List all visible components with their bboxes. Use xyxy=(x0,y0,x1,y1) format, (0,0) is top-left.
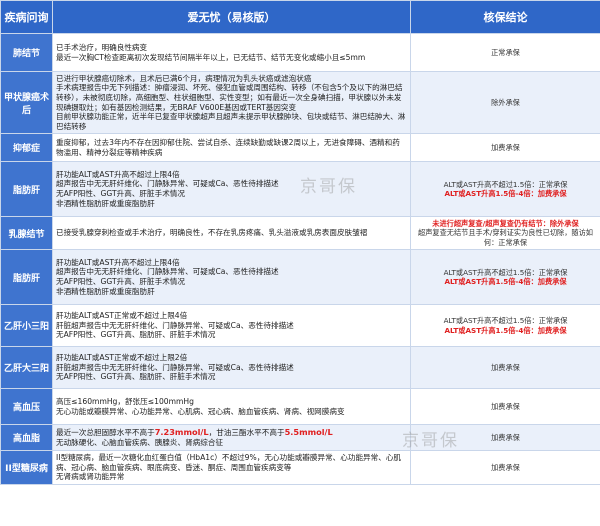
condition-cell: 最近一次总胆固醇水平不高于7.23mmol/L，甘油三酯水平不高于5.5mmol… xyxy=(52,424,411,451)
conclusion-cell: 除外承保 xyxy=(410,71,600,134)
highlight-value: 7.23mmol/L xyxy=(154,426,209,437)
condition-cell: 已接受乳腺穿刺检查或手术治疗，明确良性，不存在乳房疼痛、乳头溢液或乳房表面皮肤皱… xyxy=(52,216,411,250)
highlight-value: 5.5mmol/L xyxy=(284,426,333,437)
condition-line: 重度抑郁，过去3年内不存在因抑郁住院、尝试自杀、连续缺勤或缺课2周以上，无进食障… xyxy=(56,137,400,157)
conclusion-line: 加费承保 xyxy=(491,462,520,472)
condition-cell: 已手术治疗，明确良性病变 最近一次胸CT检查距离初次发现结节间隔半年以上，已无结节… xyxy=(52,33,411,72)
condition-line: 无AFP阳性、GGT升高、肝脏手术情况 xyxy=(56,189,185,198)
condition-line: 肝脏超声报告中无无肝纤维化、门静脉异常、可疑或Ca、恶性待排描述 xyxy=(56,362,294,372)
conclusion-line: 除外承保 xyxy=(491,97,520,107)
disease-label: 乙肝大三阳 xyxy=(0,346,53,389)
conclusion-line: ALT或AST升高1.5倍-4倍：加费承保 xyxy=(444,189,567,198)
condition-line: 最近一次总胆固醇水平不高于7.23mmol/L，甘油三酯水平不高于5.5mmol… xyxy=(56,426,407,438)
condition-cell: 肝功能ALT或AST正常或不超过上限2倍 肝脏超声报告中无无肝纤维化、门静脉异常、… xyxy=(52,346,411,389)
condition-text: 最近一次总胆固醇水平不高于 xyxy=(56,427,155,437)
conclusion-line: ALT或AST升高不超过1.5倍：正常承保 xyxy=(443,316,568,326)
condition-line: 无心功能或瓣膜异常、心功能异常、心肌病、冠心病、脑血管疾病、肾病、视网膜病变 xyxy=(56,406,345,416)
disease-label: 抑郁症 xyxy=(0,133,53,162)
condition-line: 肝功能ALT或AST升高不超过上限4倍 xyxy=(56,169,180,179)
condition-line: 目前甲状腺功能正常，近半年已复查甲状腺超声且超声未提示甲状腺肿块、包块或结节、淋… xyxy=(56,112,406,131)
condition-line: 超声报告中无无肝纤维化、门静脉异常、可疑或Ca、恶性待排描述 xyxy=(56,179,279,189)
disease-label: 肺结节 xyxy=(0,33,53,72)
condition-line: 手术病理报告中无下列描述：肿瘤浸润、坏死、侵犯血管或周围结构、转移（不包含5个及… xyxy=(56,83,403,112)
table-row: 乳腺结节 已接受乳腺穿刺检查或手术治疗，明确良性，不存在乳房疼痛、乳头溢液或乳房表… xyxy=(0,216,600,250)
condition-cell: 高压≤160mmHg，舒张压≤100mmHg 无心功能或瓣膜异常、心功能异常、心肌… xyxy=(52,388,411,425)
condition-line: 最近一次胸CT检查距离初次发现结节间隔半年以上，已无结节、结节无变化或缩小且≤5… xyxy=(56,52,366,62)
condition-line: 无动脉硬化、心脑血管疾病、胰腺炎、肾病综合征 xyxy=(56,438,407,448)
disease-label: II型糖尿病 xyxy=(0,450,53,485)
table-row: 甲状腺癌术后 已进行甲状腺癌切除术，且术后已满6个月，病理情况为乳头状癌或滤泡状癌… xyxy=(0,71,600,134)
table-row: 脂肪肝 肝功能ALT或AST升高不超过上限4倍 超声报告中无无肝纤维化、门静脉异常、… xyxy=(0,161,600,217)
conclusion-cell: 正常承保 xyxy=(410,33,600,72)
condition-cell: 肝功能ALT或AST升高不超过上限4倍 超声报告中无无肝纤维化、门静脉异常、可疑或… xyxy=(52,161,411,217)
condition-cell: 已进行甲状腺癌切除术，且术后已满6个月，病理情况为乳头状癌或滤泡状癌 手术病理报告… xyxy=(52,71,411,134)
condition-line: 无肾病或肾功能异常 xyxy=(56,472,125,482)
condition-line: 肝功能ALT或AST升高不超过上限4倍 xyxy=(56,257,180,267)
disease-label: 高血脂 xyxy=(0,424,53,451)
condition-cell: 肝功能ALT或AST升高不超过上限4倍 超声报告中无无肝纤维化、门静脉异常、可疑或… xyxy=(52,249,411,305)
condition-line: II型糖尿病，最近一次糖化血红蛋白值（HbA1c）不超过9%，无心功能或瓣膜异常… xyxy=(56,453,402,472)
table-row: 乙肝大三阳 肝功能ALT或AST正常或不超过上限2倍 肝脏超声报告中无无肝纤维化、门… xyxy=(0,346,600,389)
table-row: 脂肪肝 肝功能ALT或AST升高不超过上限4倍 超声报告中无无肝纤维化、门静脉异常、… xyxy=(0,249,600,305)
table-row: 抑郁症 重度抑郁，过去3年内不存在因抑郁住院、尝试自杀、连续缺勤或缺课2周以上，无… xyxy=(0,133,600,162)
conclusion-line: 未进行超声复查/超声复查仍有结节：除外承保 xyxy=(432,218,579,228)
conclusion-line: 加费承保 xyxy=(491,401,520,411)
table-row: 高血压 高压≤160mmHg，舒张压≤100mmHg 无心功能或瓣膜异常、心功能异常… xyxy=(0,388,600,425)
condition-text: 无动脉硬化、心脑血管疾病、胰腺炎、肾病综合征 xyxy=(56,437,224,447)
table-row: 肺结节 已手术治疗，明确良性病变 最近一次胸CT检查距离初次发现结节间隔半年以上，已… xyxy=(0,33,600,72)
header-product: 爱无忧（易核版） xyxy=(52,0,411,34)
condition-line: 肝功能ALT或AST正常或不超过上限4倍 xyxy=(56,311,188,321)
condition-line: 非酒精性脂肪肝或重度脂肪肝 xyxy=(56,198,155,208)
conclusion-line: ALT或AST升高1.5倍-4倍：加费承保 xyxy=(444,277,567,286)
disease-label: 乳腺结节 xyxy=(0,216,53,250)
conclusion-cell: 加费承保 xyxy=(410,388,600,425)
condition-line: 超声报告中无无肝纤维化、门静脉异常、可疑或Ca、恶性待排描述 xyxy=(56,267,279,277)
condition-line: 肝脏超声报告中无无肝纤维化、门静脉异常、可疑或Ca、恶性待排描述 xyxy=(56,320,294,330)
condition-line: 无AFP阳性、GGT升高、脂肪肝、肝脏手术情况 xyxy=(56,330,216,340)
condition-line: 无AFP阳性、GGT升高、肝脏手术情况 xyxy=(56,277,185,286)
disease-label: 高血压 xyxy=(0,388,53,425)
condition-line: 无AFP阳性、GGT升高、脂肪肝、肝脏手术情况 xyxy=(56,372,216,382)
condition-line: 已手术治疗，明确良性病变 xyxy=(56,42,148,52)
conclusion-line: 超声复查无结节且手术/穿刺证实为良性已切除，随访如何：正常承保 xyxy=(418,228,593,247)
conclusion-cell: ALT或AST升高不超过1.5倍：正常承保 ALT或AST升高1.5倍-4倍：加费… xyxy=(410,161,600,217)
table-header-row: 疾病问询 爱无忧（易核版） 核保结论 xyxy=(0,0,600,34)
conclusion-cell: ALT或AST升高不超过1.5倍：正常承保 ALT或AST升高1.5倍-4倍：加费… xyxy=(410,304,600,347)
conclusion-line: ALT或AST升高不超过1.5倍：正常承保 xyxy=(443,179,568,189)
condition-cell: 肝功能ALT或AST正常或不超过上限4倍 肝脏超声报告中无无肝纤维化、门静脉异常、… xyxy=(52,304,411,347)
header-conclusion: 核保结论 xyxy=(410,0,600,34)
condition-line: 肝功能ALT或AST正常或不超过上限2倍 xyxy=(56,353,188,363)
conclusion-cell: 加费承保 xyxy=(410,346,600,389)
disease-label: 乙肝小三阳 xyxy=(0,304,53,347)
condition-cell: II型糖尿病，最近一次糖化血红蛋白值（HbA1c）不超过9%，无心功能或瓣膜异常… xyxy=(52,450,411,485)
condition-line: 非酒精性脂肪肝或重度脂肪肝 xyxy=(56,286,155,296)
conclusion-cell: ALT或AST升高不超过1.5倍：正常承保 ALT或AST升高1.5倍-4倍：加费… xyxy=(410,249,600,305)
disease-label: 脂肪肝 xyxy=(0,249,53,305)
table-row: 乙肝小三阳 肝功能ALT或AST正常或不超过上限4倍 肝脏超声报告中无无肝纤维化、门… xyxy=(0,304,600,347)
conclusion-line: 加费承保 xyxy=(491,432,520,442)
conclusion-cell: 未进行超声复查/超声复查仍有结节：除外承保 超声复查无结节且手术/穿刺证实为良性已… xyxy=(410,216,600,250)
underwriting-table: 疾病问询 爱无忧（易核版） 核保结论 肺结节 已手术治疗，明确良性病变 最近一次胸C… xyxy=(0,0,600,485)
conclusion-cell: 加费承保 xyxy=(410,133,600,162)
table-row: II型糖尿病 II型糖尿病，最近一次糖化血红蛋白值（HbA1c）不超过9%，无心功… xyxy=(0,450,600,485)
conclusion-cell: 加费承保 xyxy=(410,424,600,451)
table-row: 高血脂 最近一次总胆固醇水平不高于7.23mmol/L，甘油三酯水平不高于5.5m… xyxy=(0,424,600,451)
header-disease: 疾病问询 xyxy=(0,0,53,34)
conclusion-line: 加费承保 xyxy=(491,362,520,372)
conclusion-cell: 加费承保 xyxy=(410,450,600,485)
disease-label: 脂肪肝 xyxy=(0,161,53,217)
condition-cell: 重度抑郁，过去3年内不存在因抑郁住院、尝试自杀、连续缺勤或缺课2周以上，无进食障… xyxy=(52,133,411,162)
disease-label: 甲状腺癌术后 xyxy=(0,71,53,134)
conclusion-line: 正常承保 xyxy=(491,47,520,57)
conclusion-line: 加费承保 xyxy=(491,142,520,152)
condition-line: 已进行甲状腺癌切除术，且术后已满6个月，病理情况为乳头状癌或滤泡状癌 xyxy=(56,73,312,83)
conclusion-line: ALT或AST升高1.5倍-4倍：加费承保 xyxy=(444,325,567,335)
condition-line: 已接受乳腺穿刺检查或手术治疗，明确良性，不存在乳房疼痛、乳头溢液或乳房表面皮肤皱… xyxy=(56,228,368,238)
condition-text: ，甘油三酯水平不高于 xyxy=(208,427,285,437)
condition-line: 高压≤160mmHg，舒张压≤100mmHg xyxy=(56,396,194,406)
conclusion-line: ALT或AST升高不超过1.5倍：正常承保 xyxy=(443,267,568,277)
